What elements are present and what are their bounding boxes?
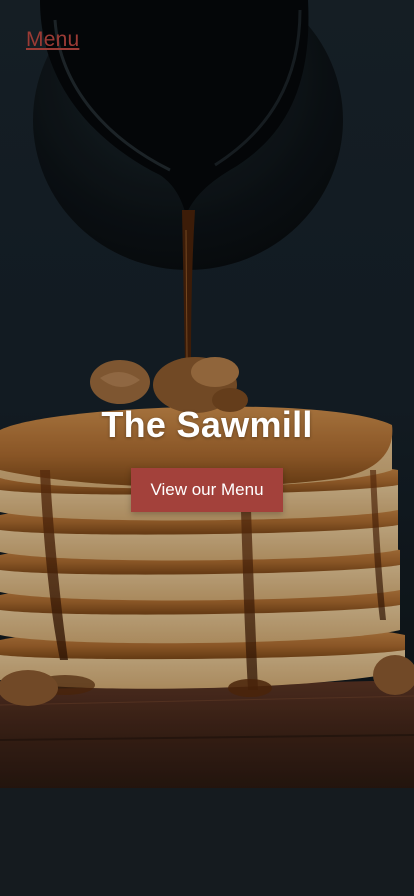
pancake-stack bbox=[0, 406, 405, 697]
restaurant-title: The Sawmill bbox=[101, 404, 313, 445]
menu-link[interactable]: Menu bbox=[26, 28, 79, 52]
syrup-stream bbox=[182, 210, 195, 362]
hero-background-image bbox=[0, 0, 414, 896]
hero-section: Menu The Sawmill View our Menu bbox=[0, 0, 414, 896]
view-menu-button[interactable]: View our Menu bbox=[131, 468, 283, 512]
cutting-board bbox=[0, 680, 414, 896]
